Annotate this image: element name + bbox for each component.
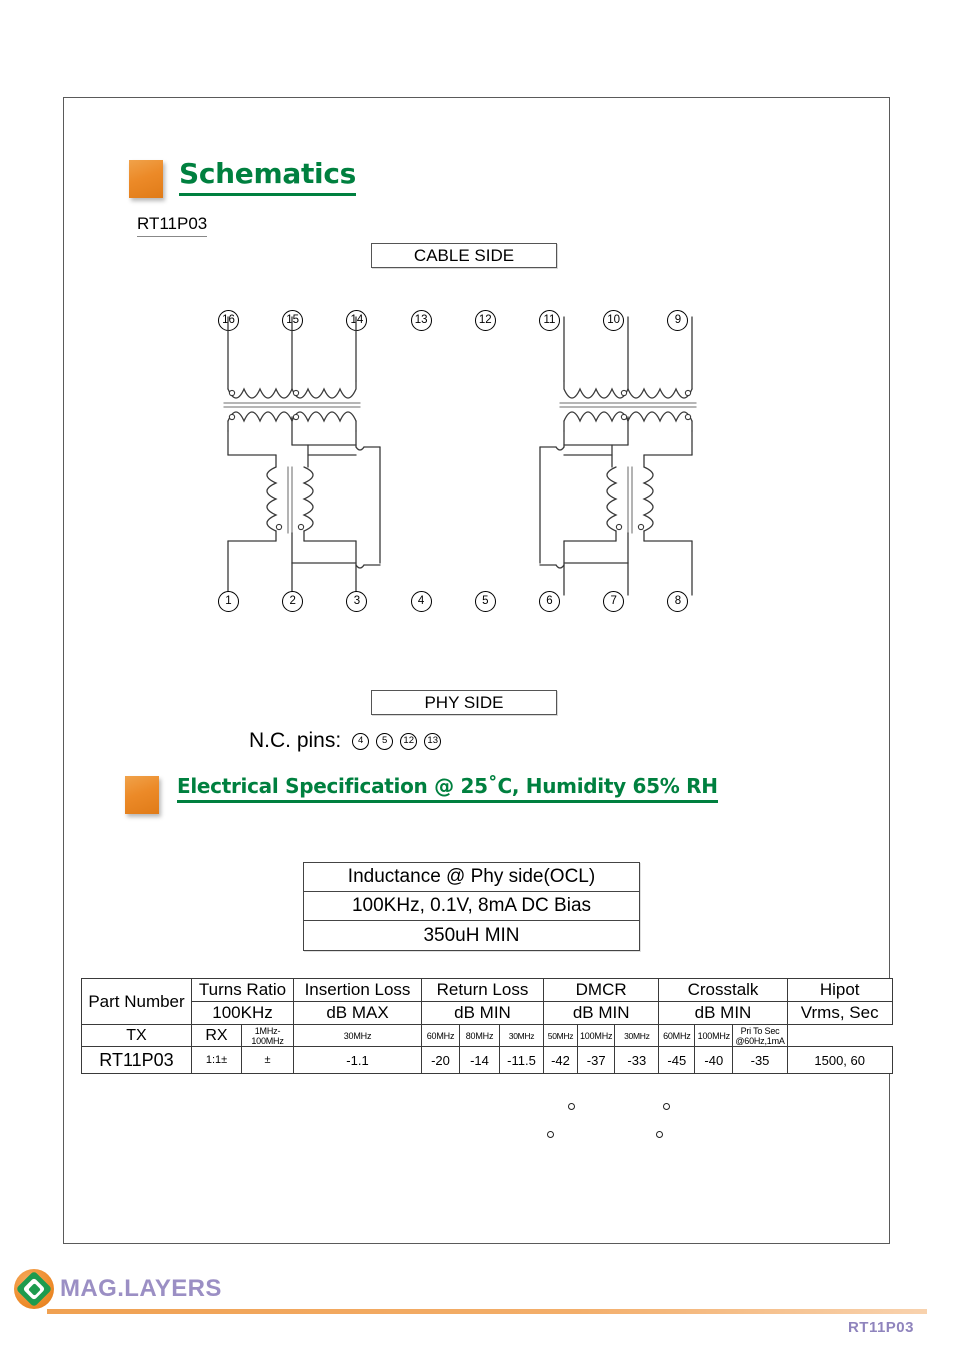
table-row: RT11P03 1:1± ± -1.1 -20 -14 -11.5 -42 -3… [81,1046,893,1074]
phy-side-text: PHY SIDE [424,692,504,712]
th-crosstalk: Crosstalk [658,978,788,1002]
inductance-row-value: 350uH MIN [423,924,520,946]
th-return-loss-f3: 80MHz [459,1024,500,1047]
brand-name: MAG.LAYERS [60,1275,222,1302]
table-header-condition-row: TX RX 1MHz-100MHz 30MHz 60MHz 80MHz 30MH… [81,1024,893,1047]
inductance-spec-box: Inductance @ Phy side(OCL) 100KHz, 0.1V,… [303,862,640,951]
pin-6: 6 [539,591,560,612]
table-header-unit-row: 100KHz dB MAX dB MIN dB MIN dB MIN Vrms,… [82,1001,893,1025]
cell-dmcr-50: -37 [576,1046,616,1074]
stray-dot-marker [568,1103,575,1110]
th-crosstalk-f3: 100MHz [694,1024,734,1047]
th-hipot-unit: Vrms, Sec [786,1001,893,1025]
pin-5: 5 [474,591,496,612]
th-return-loss-f1: 30MHz [293,1024,422,1047]
inductance-row-condition: 100KHz, 0.1V, 8mA DC Bias [304,892,639,921]
th-crosstalk-f2: 60MHz [658,1024,696,1047]
cell-crosstalk-100: -35 [732,1046,788,1074]
th-insertion-loss-unit: dB MAX [293,1001,422,1025]
pin-7: 7 [603,591,625,612]
th-turns-ratio: Turns Ratio [191,978,294,1002]
th-hipot: Hipot [786,978,893,1002]
cell-return-loss-30: -20 [421,1046,460,1074]
page-footer: MAG.LAYERS RT11P03 [0,1264,954,1351]
nc-pins-label: N.C. pins: [249,729,342,752]
stray-dot-marker [547,1131,554,1138]
cell-dmcr-100: -33 [614,1046,660,1074]
cell-insertion-loss: -1.1 [293,1046,422,1074]
th-dmcr-unit: dB MIN [542,1001,660,1025]
th-return-loss-unit: dB MIN [421,1001,544,1025]
electrical-spec-table: Part Number Turns Ratio Insertion Loss R… [81,978,893,1074]
stray-dot-marker [656,1131,663,1138]
nc-pin-5: 5 [376,732,394,750]
stray-dot-marker [663,1103,670,1110]
footer-divider [47,1309,927,1314]
th-return-loss: Return Loss [421,978,544,1002]
schematics-title: Schematics [179,160,356,196]
phy-side-label-box: PHY SIDE [371,690,557,715]
cell-turns-ratio-tx: 1:1± [191,1046,242,1074]
pin-3: 3 [346,591,368,612]
cell-return-loss-80: -11.5 [499,1046,544,1074]
th-crosstalk-f1: 30MHz [614,1024,660,1047]
inductance-row-title: Inductance @ Phy side(OCL) [304,863,639,892]
th-insertion-loss: Insertion Loss [293,978,422,1002]
th-dmcr-f2: 50MHz [543,1024,578,1047]
cable-side-label-box: CABLE SIDE [371,243,557,268]
cell-dmcr-30: -42 [543,1046,578,1074]
th-part-number: Part Number [81,978,192,1025]
cell-hipot: 1500, 60 [786,1046,893,1074]
schematics-section-heading: Schematics [129,160,356,198]
pin-8: 8 [667,591,689,612]
schematic-part-label: RT11P03 [137,214,208,237]
transformer-schematic-drawing [180,295,740,625]
cell-part-number: RT11P03 [81,1046,192,1074]
footer-part-number: RT11P03 [847,1319,914,1336]
orange-square-icon [129,160,163,198]
th-tx: TX [81,1024,192,1047]
nc-pin-13: 13 [424,732,442,750]
cell-return-loss-60: -14 [459,1046,500,1074]
cell-turns-ratio-rx: ± [241,1046,294,1074]
cell-crosstalk-60: -40 [694,1046,734,1074]
orange-square-icon [125,776,159,814]
th-turns-ratio-unit: 100KHz [191,1001,294,1025]
diamond-logo-icon [14,1269,54,1309]
table-header-group-row: Part Number Turns Ratio Insertion Loss R… [81,978,893,1025]
th-insertion-loss-freq: 1MHz-100MHz [241,1024,294,1047]
electrical-spec-title: Electrical Specification @ 25˚C, Humidit… [177,776,718,803]
pin-1: 1 [218,591,239,612]
th-return-loss-f2: 60MHz [421,1024,460,1047]
nc-pin-12: 12 [400,732,418,750]
pin-2: 2 [282,591,304,612]
th-hipot-condition: Pri To Sec @60Hz,1mA [732,1024,788,1047]
th-crosstalk-unit: dB MIN [658,1001,788,1025]
pin-4: 4 [410,591,432,612]
cable-side-text: CABLE SIDE [413,245,515,265]
bottom-pin-row: 1 2 3 4 5 6 7 8 [0,591,954,615]
th-dmcr-f1: 30MHz [499,1024,544,1047]
nc-pin-4: 4 [352,732,370,750]
electrical-spec-section-heading: Electrical Specification @ 25˚C, Humidit… [125,776,718,814]
th-dmcr-f3: 100MHz [576,1024,616,1047]
brand-logo: MAG.LAYERS [14,1269,222,1309]
nc-pins-row: N.C. pins: 4 5 12 13 [249,729,442,753]
th-rx: RX [191,1024,242,1047]
th-dmcr: DMCR [542,978,660,1002]
cell-crosstalk-30: -45 [658,1046,696,1074]
